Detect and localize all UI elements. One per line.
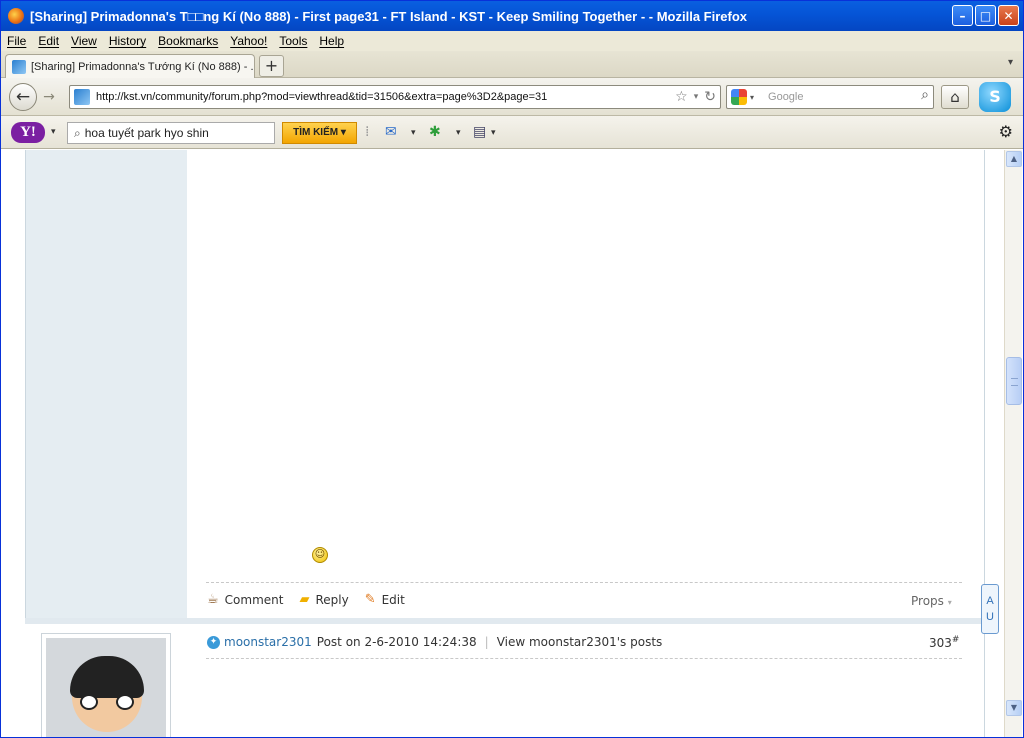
back-button[interactable]: ← — [9, 83, 37, 111]
reply-label: Reply — [315, 592, 349, 607]
reply-button[interactable]: ▰ Reply — [299, 592, 348, 607]
firefox-logo-icon — [8, 8, 24, 24]
meta-separator: | — [484, 635, 489, 649]
reply-icon: ▰ — [299, 592, 310, 607]
skype-button[interactable]: S — [979, 82, 1011, 112]
yahoo-toolbar: Y! ▾ ⌕ hoa tuyết park hyo shin TÌM KIẾM … — [1, 116, 1023, 149]
side-widget-button[interactable]: A U — [981, 584, 999, 634]
view-author-posts-link[interactable]: View moonstar2301's posts — [497, 635, 663, 649]
reload-icon[interactable]: ↻ — [704, 88, 716, 106]
props-menu[interactable]: Props ▾ — [911, 594, 952, 608]
avatar-image — [46, 638, 166, 737]
chevron-down-icon: ▾ — [947, 598, 952, 607]
browser-window: [Sharing] Primadonna's T□□ng Kí (No 888)… — [0, 0, 1024, 738]
maximize-button[interactable]: □ — [975, 5, 996, 26]
menu-yahoo[interactable]: Yahoo! — [230, 34, 267, 48]
site-favicon-icon — [12, 59, 26, 74]
post-number-value: 303 — [929, 636, 952, 650]
mail-icon[interactable]: ✉ — [385, 124, 397, 140]
chevron-down-icon[interactable]: ▾ — [694, 88, 699, 106]
tab-list-chevron-icon[interactable]: ▾ — [1008, 57, 1013, 68]
post-meta: ✦ moonstar2301 Post on 2-6-2010 14:24:38… — [207, 635, 662, 649]
comment-button[interactable]: ☕ Comment — [207, 592, 283, 607]
close-button[interactable]: ✕ — [998, 5, 1019, 26]
yahoo-search-value[interactable]: hoa tuyết park hyo shin — [85, 126, 209, 140]
menu-history[interactable]: History — [109, 34, 146, 48]
edit-button[interactable]: ✎ Edit — [365, 592, 405, 607]
search-engine-box[interactable]: ▾ Google ⌕ — [726, 85, 934, 109]
menu-edit[interactable]: Edit — [38, 34, 59, 48]
url-bar[interactable]: http://kst.vn/community/forum.php?mod=vi… — [69, 85, 721, 109]
avatar[interactable] — [41, 633, 171, 737]
site-favicon-icon — [74, 89, 90, 105]
pencil-icon: ✎ — [364, 592, 376, 607]
minimize-button[interactable]: – — [952, 5, 973, 26]
tab-strip: [Sharing] Primadonna's Tướng Kí (No 888)… — [1, 51, 1023, 78]
comment-icon: ☕ — [207, 592, 219, 607]
side-widget-label: A U — [986, 595, 994, 623]
yahoo-search-button-label: TÌM KIẾM — [293, 127, 339, 138]
post-number-suffix: # — [951, 635, 960, 645]
tab-active[interactable]: [Sharing] Primadonna's Tướng Kí (No 888)… — [5, 54, 255, 78]
window-title: [Sharing] Primadonna's T□□ng Kí (No 888)… — [30, 8, 748, 24]
edit-label: Edit — [381, 592, 405, 607]
tab-label: [Sharing] Primadonna's Tướng Kí (No 888)… — [31, 60, 255, 73]
arrow-right-icon: → — [43, 89, 55, 105]
home-icon: ⌂ — [950, 88, 960, 106]
gear-icon[interactable]: ⚙ — [999, 122, 1013, 141]
magnifier-icon: ⌕ — [74, 125, 81, 140]
forward-button[interactable]: → — [39, 87, 59, 107]
url-bar-icons: ☆ ▾ ↻ — [675, 88, 716, 106]
post-header-divider — [206, 658, 962, 659]
post-timestamp: Post on 2-6-2010 14:24:38 — [316, 635, 477, 649]
menu-bookmarks[interactable]: Bookmarks — [158, 34, 218, 48]
navigation-bar: ← → http://kst.vn/community/forum.php?mo… — [1, 78, 1023, 116]
yahoo-search-button[interactable]: TÌM KIẾM ▾ — [282, 122, 357, 144]
post-actions: ☕ Comment ▰ Reply ✎ Edit — [207, 592, 421, 607]
magnifier-icon[interactable]: ⌕ — [921, 87, 929, 103]
vertical-scrollbar[interactable]: ▲ ▼ — [1004, 150, 1022, 737]
yahoo-logo[interactable]: Y! — [11, 122, 45, 143]
avatar-eye — [80, 694, 98, 710]
content-right-border — [984, 150, 985, 737]
post-divider — [206, 582, 962, 583]
chevron-down-icon[interactable]: ▾ — [51, 127, 56, 137]
avatar-hair — [70, 656, 144, 698]
search-placeholder: Google — [768, 91, 804, 103]
new-tab-button[interactable]: + — [259, 55, 284, 77]
online-status-icon: ✦ — [207, 635, 220, 649]
comment-label: Comment — [224, 592, 284, 607]
google-icon[interactable] — [731, 89, 747, 105]
window-controls: – □ ✕ — [952, 5, 1019, 26]
chevron-down-icon[interactable]: ▾ — [491, 128, 496, 138]
menu-help[interactable]: Help — [319, 34, 344, 48]
post-number[interactable]: 303# — [929, 635, 959, 650]
arrow-left-icon: ← — [15, 87, 31, 107]
smiley-icon: ☺ — [312, 547, 328, 563]
chevron-down-icon[interactable]: ▾ — [456, 128, 461, 138]
page-content: ☺ ☕ Comment ▰ Reply ✎ Edit Props ▾ ✦ moonst… — [1, 150, 1004, 737]
props-label: Props — [911, 594, 944, 608]
avatar-eye — [116, 694, 134, 710]
scroll-up-button[interactable]: ▲ — [1006, 151, 1022, 167]
author-link[interactable]: moonstar2301 — [224, 635, 312, 649]
star-icon[interactable]: ☆ — [675, 88, 688, 106]
url-text[interactable]: http://kst.vn/community/forum.php?mod=vi… — [96, 91, 547, 103]
scroll-down-button[interactable]: ▼ — [1006, 700, 1022, 716]
home-button[interactable]: ⌂ — [941, 85, 969, 109]
menu-view[interactable]: View — [71, 34, 97, 48]
menu-bar: File Edit View History Bookmarks Yahoo! … — [1, 31, 1023, 51]
toolbar-separator-icon: ⁞ — [365, 124, 370, 140]
scroll-thumb[interactable] — [1006, 357, 1022, 405]
widget-icon[interactable]: ✱ — [429, 124, 441, 140]
post-author-column — [25, 150, 187, 620]
menu-tools[interactable]: Tools — [279, 34, 307, 48]
yahoo-search-input[interactable]: ⌕ hoa tuyết park hyo shin — [67, 122, 275, 144]
title-bar[interactable]: [Sharing] Primadonna's T□□ng Kí (No 888)… — [1, 1, 1023, 31]
chevron-down-icon[interactable]: ▾ — [411, 128, 416, 138]
chevron-down-icon[interactable]: ▾ — [750, 93, 754, 102]
menu-file[interactable]: File — [7, 34, 26, 48]
page-icon[interactable]: ▤ — [473, 124, 486, 140]
